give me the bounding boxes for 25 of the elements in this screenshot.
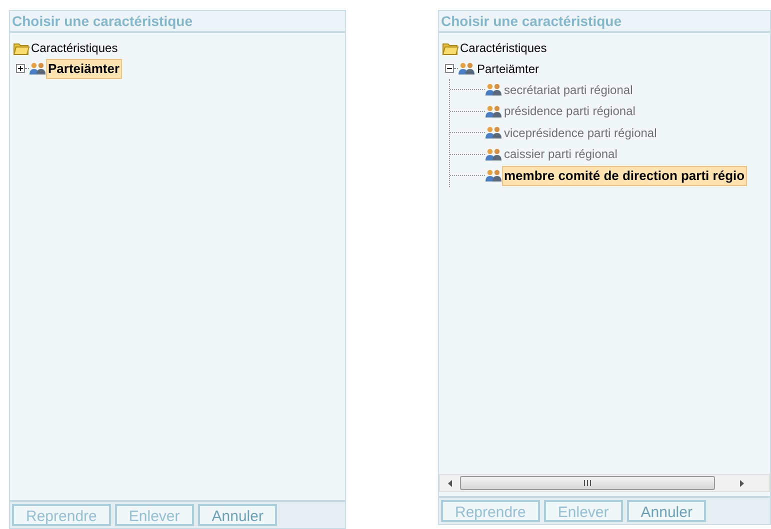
people-icon bbox=[485, 83, 502, 96]
tree-root-label[interactable]: Caractéristiques bbox=[460, 39, 547, 57]
people-icon bbox=[485, 126, 502, 140]
dialog-button[interactable]: Annuler bbox=[198, 504, 278, 526]
tree-item-label[interactable]: Parteiämter bbox=[46, 58, 122, 78]
dialog-button[interactable]: Annuler bbox=[626, 500, 706, 522]
scroll-left-icon[interactable] bbox=[448, 480, 452, 486]
collapse-icon[interactable] bbox=[445, 64, 454, 73]
scroll-right-icon[interactable] bbox=[740, 480, 744, 486]
panel-title: Choisir une caractéristique bbox=[439, 11, 770, 33]
tree-item-label[interactable]: Parteiämter bbox=[475, 58, 542, 78]
people-icon bbox=[29, 62, 46, 75]
people-icon bbox=[485, 148, 502, 161]
horizontal-scrollbar[interactable] bbox=[439, 474, 770, 492]
folder-icon bbox=[442, 40, 459, 56]
expand-icon[interactable] bbox=[16, 64, 25, 73]
people-icon bbox=[485, 169, 502, 182]
grip-icon bbox=[584, 480, 591, 486]
folder-icon bbox=[13, 40, 30, 56]
people-icon bbox=[458, 62, 475, 75]
tree-root-label[interactable]: Caractéristiques bbox=[31, 39, 118, 57]
scrollbar-thumb[interactable] bbox=[460, 476, 715, 490]
people-icon bbox=[485, 104, 502, 118]
tree-item-label[interactable]: membre comité de direction parti régio bbox=[502, 166, 747, 186]
panel-title: Choisir une caractéristique bbox=[10, 11, 345, 33]
